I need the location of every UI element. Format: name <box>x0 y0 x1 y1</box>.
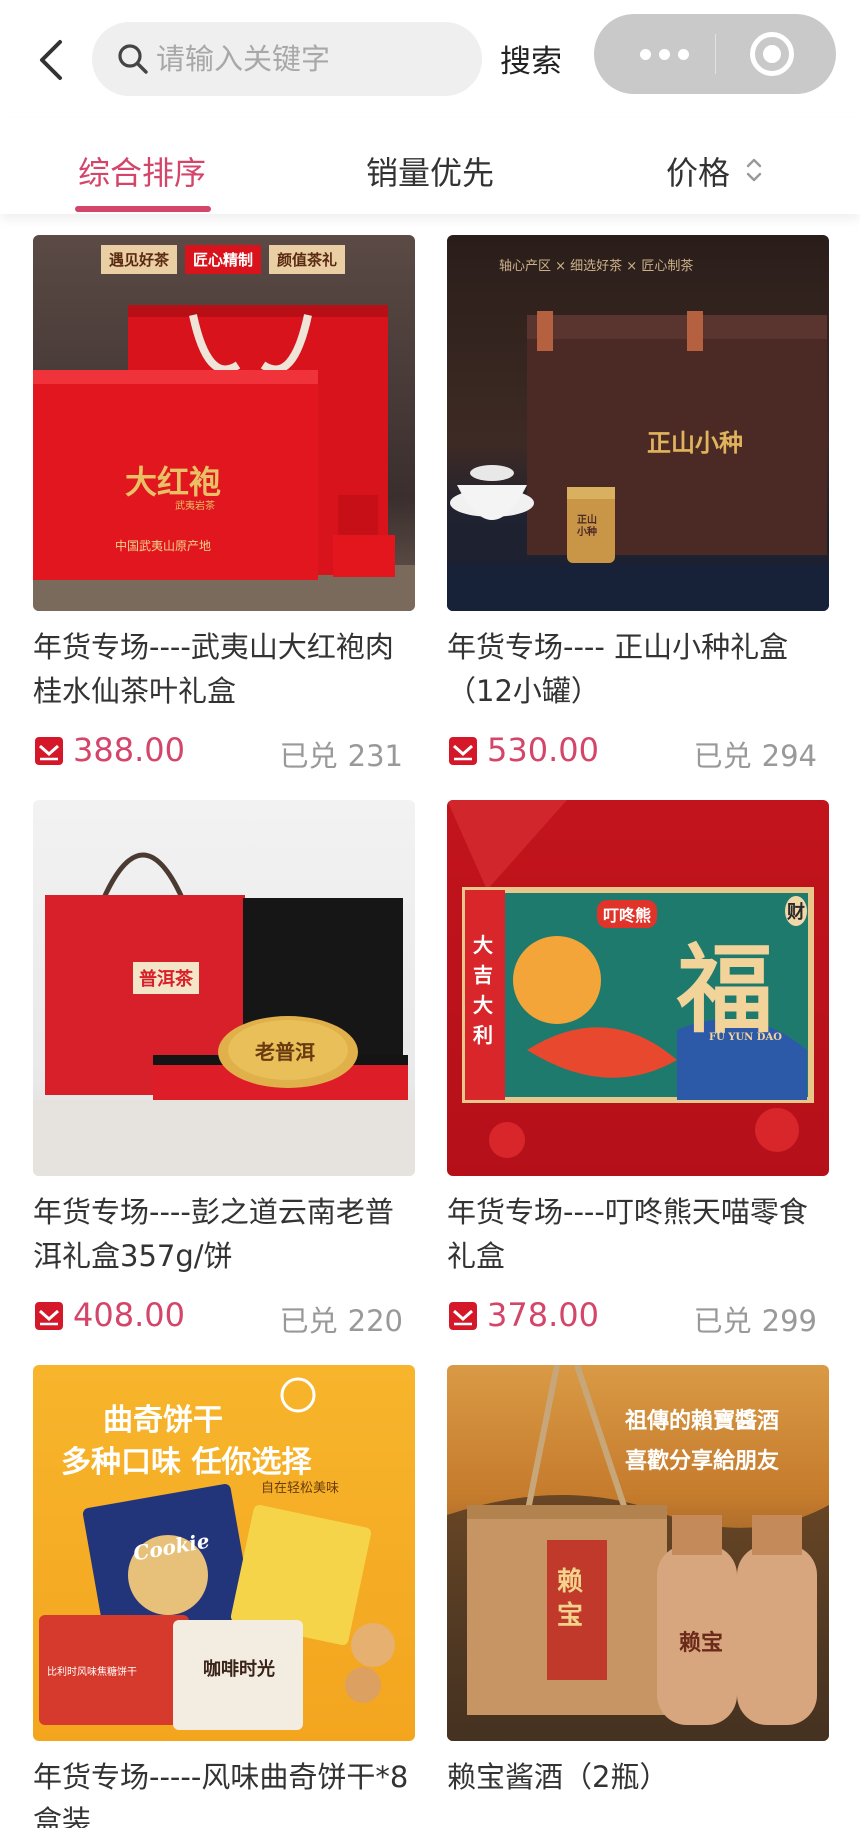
coupon-icon <box>35 737 63 765</box>
image-cake-label: 老普洱 <box>255 1040 315 1064</box>
image-origin: 中国武夷山原产地 <box>115 539 212 553</box>
image-headline-2: 多种口味 任你选择 <box>61 1445 312 1480</box>
image-tag: 自在轻松美味 <box>261 1481 340 1496</box>
product-title[interactable]: 年货专场-----风味曲奇饼干*8盒装 <box>33 1755 419 1828</box>
image-header: 轴心产区 × 细选好茶 × 匠心制茶 <box>499 259 694 274</box>
image-badge-2: 匠心精制 <box>185 245 262 274</box>
product-price: 388.00 <box>73 731 185 769</box>
product-image[interactable]: 普洱茶 老普洱 <box>33 800 415 1176</box>
image-headline-2: 喜歡分享給朋友 <box>625 1448 780 1474</box>
search-icon <box>118 44 148 74</box>
product-image[interactable]: 祖傳的賴寶醬酒 喜歡分享給朋友 赖宝 赖宝 <box>447 1365 829 1741</box>
image-jar-label: 正山小种 <box>577 515 597 538</box>
mini-program-capsule <box>594 14 836 94</box>
image-box-label: 赖宝 <box>557 1567 584 1631</box>
image-sub: 武夷岩茶 <box>175 501 215 512</box>
image-headline-1: 曲奇饼干 <box>103 1403 223 1438</box>
coupon-icon <box>449 1302 477 1330</box>
coupon-icon <box>449 737 477 765</box>
image-big-character: 福 <box>677 933 773 1046</box>
tab-price[interactable]: 价格 <box>666 148 730 194</box>
coupon-icon <box>35 1302 63 1330</box>
image-pinyin: FU YUN DAO <box>709 1032 782 1043</box>
redeemed-count: 已兑 299 <box>693 1304 817 1338</box>
sort-arrows-icon[interactable] <box>744 154 764 186</box>
redeemed-count: 已兑 220 <box>279 1304 403 1338</box>
chevron-left-icon[interactable] <box>30 30 74 90</box>
search-button[interactable]: 搜索 <box>500 36 562 81</box>
sort-tabs: 综合排序 销量优先 价格 <box>0 118 860 214</box>
image-side-text: 大吉大利 <box>473 933 493 1047</box>
product-title[interactable]: 年货专场---- 正山小种礼盒（12小罐） <box>447 625 833 713</box>
image-tag: 财 <box>785 896 807 926</box>
more-dots-icon[interactable] <box>624 14 704 94</box>
redeemed-count: 已兑 294 <box>693 739 817 773</box>
capsule-divider <box>715 34 716 74</box>
image-brand: 正山小种 <box>647 428 743 457</box>
search-input[interactable] <box>156 22 466 96</box>
product-image[interactable]: 遇见好茶 匠心精制 颜值茶礼 大红袍 武夷岩茶 中国武夷山原产地 <box>33 235 415 611</box>
product-image[interactable]: 曲奇饼干 多种口味 任你选择 自在轻松美味 Cookie 比利时风味焦糖饼干 咖… <box>33 1365 415 1741</box>
target-close-icon[interactable] <box>750 32 794 76</box>
image-headline-1: 祖傳的賴寶醬酒 <box>625 1408 780 1434</box>
redeemed-count: 已兑 231 <box>279 739 403 773</box>
product-image[interactable]: 轴心产区 × 细选好茶 × 匠心制茶 正山小种 正山小种 <box>447 235 829 611</box>
tab-sales[interactable]: 销量优先 <box>366 148 494 194</box>
image-bottle-label: 赖宝 <box>679 1630 724 1656</box>
top-bar: 搜索 <box>0 0 860 118</box>
product-price: 378.00 <box>487 1296 599 1334</box>
product-title[interactable]: 年货专场----彭之道云南老普洱礼盒357g/饼 <box>33 1190 419 1278</box>
tab-comprehensive[interactable]: 综合排序 <box>78 148 206 194</box>
image-badge-3: 颜值茶礼 <box>269 245 346 274</box>
image-badge-1: 遇见好茶 <box>101 245 178 274</box>
search-bar[interactable] <box>92 22 482 96</box>
product-title[interactable]: 年货专场----武夷山大红袍肉桂水仙茶叶礼盒 <box>33 625 419 713</box>
product-image[interactable]: 叮咚熊 大吉大利 福 FU YUN DAO 财 <box>447 800 829 1176</box>
image-bag-label: 普洱茶 <box>133 962 199 994</box>
image-box-3: 咖啡时光 <box>203 1659 275 1680</box>
image-box-2: 比利时风味焦糖饼干 <box>47 1667 137 1678</box>
product-price: 530.00 <box>487 731 599 769</box>
active-tab-indicator <box>75 206 211 212</box>
product-title[interactable]: 年货专场----叮咚熊天喵零食礼盒 <box>447 1190 833 1278</box>
image-logo: 叮咚熊 <box>597 900 658 928</box>
product-title[interactable]: 赖宝酱酒（2瓶） <box>447 1755 833 1799</box>
product-price: 408.00 <box>73 1296 185 1334</box>
